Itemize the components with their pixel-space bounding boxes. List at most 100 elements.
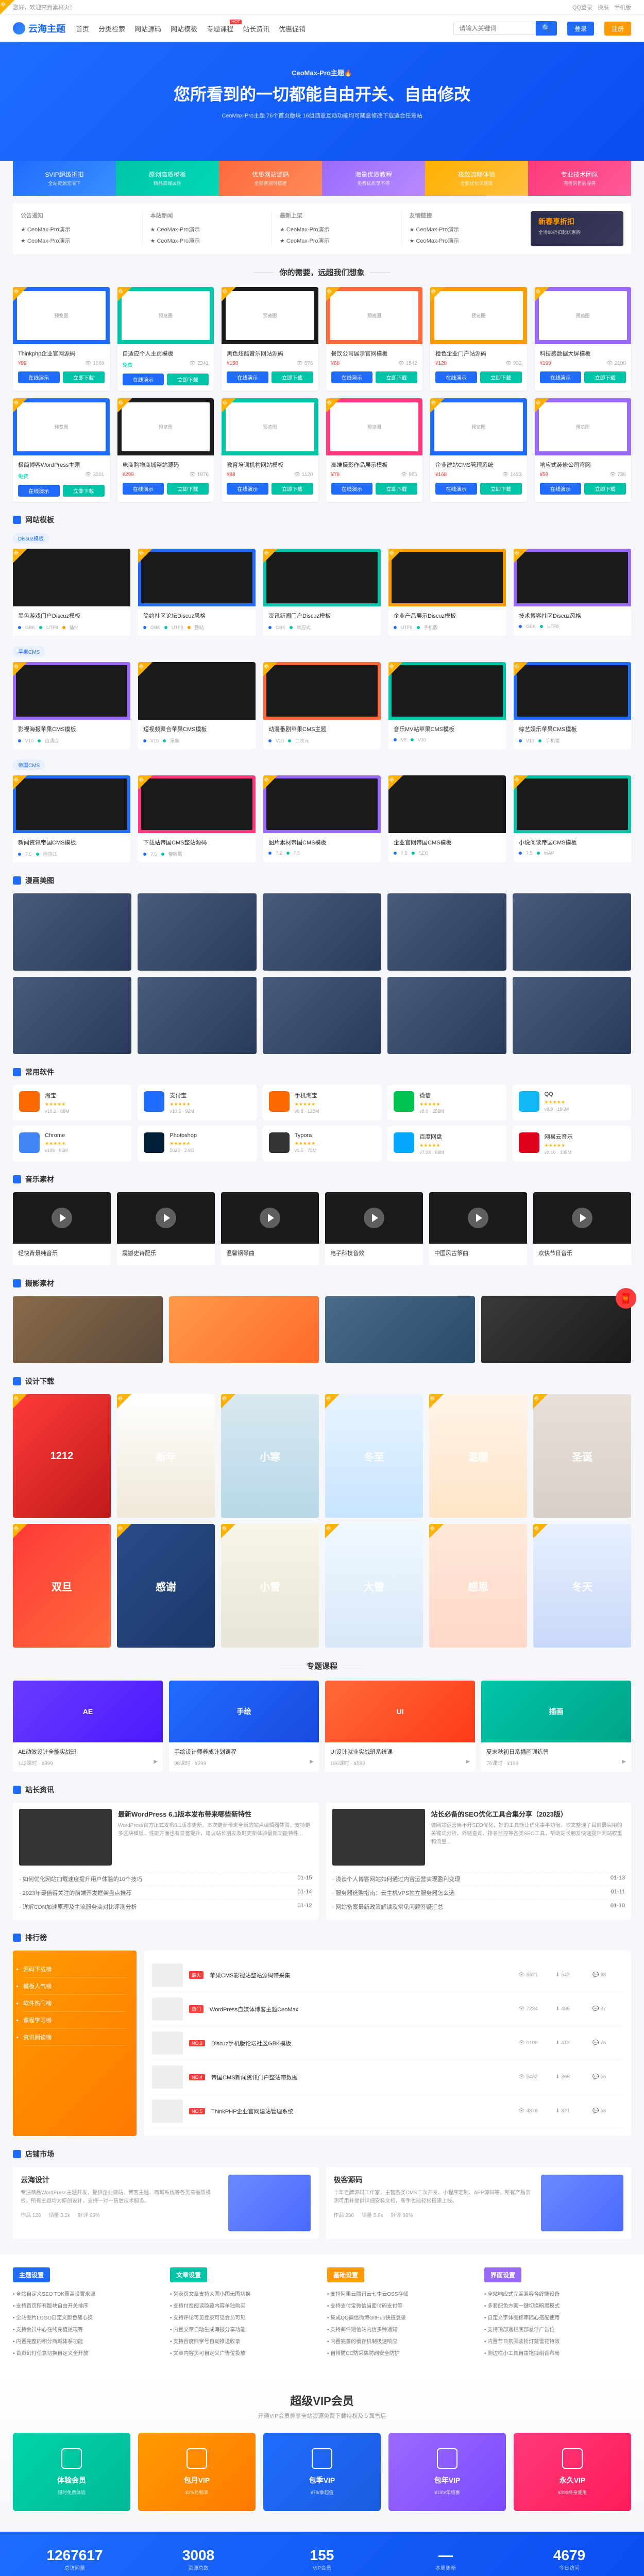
demo-button[interactable]: 在线演示 (123, 483, 164, 495)
template-card[interactable]: 企业官网帝国CMS模板7.5SEO (388, 775, 506, 862)
template-card[interactable]: 图片素材帝国CMS模板7.27.5 (263, 775, 381, 862)
nav-item[interactable]: 首页 (76, 24, 89, 33)
template-card[interactable]: 动漫番剧苹果CMS主题V10二次元 (263, 662, 381, 749)
template-card[interactable]: 小说阅读帝国CMS模板7.5WAP (514, 775, 631, 862)
download-button[interactable]: 立即下载 (167, 374, 209, 385)
download-button[interactable]: 立即下载 (480, 371, 522, 383)
announce-item[interactable]: ★ CeoMax-Pro演示 (280, 224, 394, 235)
design-card[interactable]: 冬天 (533, 1524, 631, 1648)
wallpaper-item[interactable] (263, 893, 381, 971)
rank-tab[interactable]: 源码下载榜 (23, 1961, 126, 1978)
wallpaper-item[interactable] (387, 893, 506, 971)
design-card[interactable]: 大雪 (325, 1524, 423, 1648)
resource-card[interactable]: 预览图企业建站CMS管理系统¥168👁 1433在线演示立即下载 (430, 398, 527, 502)
hero-tab[interactable]: SVIP超级折扣全站资源无限下 (13, 161, 116, 196)
download-button[interactable]: 立即下载 (480, 483, 522, 495)
design-card[interactable]: 双旦 (13, 1524, 111, 1648)
software-card[interactable]: Chrome★★★★★v108 · 85M (13, 1126, 131, 1161)
wallpaper-item[interactable] (387, 977, 506, 1054)
course-card[interactable]: 手绘手绘设计师养成计划课程98课时 · ¥299▶ (169, 1681, 319, 1772)
nav-item[interactable]: 网站源码 (134, 24, 161, 33)
play-icon[interactable] (572, 1208, 592, 1228)
nav-item[interactable]: 站长资讯 (243, 24, 269, 33)
course-card[interactable]: UIUI设计就业实战班系统课186课时 · ¥599▶ (325, 1681, 475, 1772)
register-button[interactable]: 注册 (604, 22, 631, 36)
vip-plan-card[interactable]: 包季VIP¥79/季超值 (263, 2433, 381, 2511)
demo-button[interactable]: 在线演示 (435, 483, 477, 495)
play-icon[interactable] (260, 1208, 280, 1228)
wallpaper-item[interactable] (138, 977, 256, 1054)
announce-item[interactable]: ★ CeoMax-Pro演示 (410, 235, 523, 246)
software-card[interactable]: 支付宝★★★★★v10.5 · 92M (138, 1085, 256, 1120)
wallpaper-item[interactable] (513, 977, 631, 1054)
software-card[interactable]: 网易云音乐★★★★★v2.10 · 135M (513, 1126, 631, 1161)
photo-item[interactable] (481, 1296, 631, 1363)
news-link[interactable]: · 网站备案最新政策解读及常见问题答疑汇总01-10 (332, 1900, 625, 1913)
logo[interactable]: 云海主题 (13, 22, 65, 35)
demo-button[interactable]: 在线演示 (331, 483, 373, 495)
rank-item[interactable]: NO.5ThinkPHP企业官网建站管理系统👁 4876⬇ 321💬 58 (152, 2094, 623, 2128)
music-card[interactable]: 中国风古筝曲 (429, 1192, 527, 1265)
download-button[interactable]: 立即下载 (167, 483, 209, 495)
search-input[interactable] (453, 22, 536, 35)
software-card[interactable]: Typora★★★★★v1.5 · 72M (263, 1126, 381, 1161)
template-card[interactable]: 黑色游戏门户Discuz模板GBKUTF8插件 (13, 549, 130, 636)
template-card[interactable]: 下载站帝国CMS整站源码7.5带数据 (138, 775, 256, 862)
template-card[interactable]: 综艺娱乐苹果CMS模板V10手机端 (514, 662, 631, 749)
play-icon[interactable] (364, 1208, 384, 1228)
software-card[interactable]: Photoshop★★★★★2023 · 2.8G (138, 1126, 256, 1161)
rank-tab[interactable]: 软件热门榜 (23, 1995, 126, 2012)
rank-tab[interactable]: 模板人气榜 (23, 1978, 126, 1995)
demo-button[interactable]: 在线演示 (18, 371, 60, 383)
nav-item[interactable]: 专题课程 (207, 24, 233, 33)
float-action-button[interactable]: 🧧 (616, 1288, 636, 1309)
demo-button[interactable]: 在线演示 (123, 374, 164, 385)
demo-button[interactable]: 在线演示 (435, 371, 477, 383)
template-card[interactable]: 简约社区论坛Discuz风格GBKUTF8整站 (138, 549, 256, 636)
resource-card[interactable]: 预览图电商购物商城整站源码¥299👁 1876在线演示立即下载 (117, 398, 214, 502)
demo-button[interactable]: 在线演示 (540, 371, 582, 383)
template-card[interactable]: 技术博客社区Discuz风格GBKUTF8 (514, 549, 631, 636)
cms-tag[interactable]: 帝国CMS (13, 759, 45, 770)
hero-tab[interactable]: 海量优质教程免费优质享不停 (322, 161, 425, 196)
music-card[interactable]: 欢快节日音乐 (533, 1192, 631, 1265)
rank-item[interactable]: 热门WordPress自媒体博客主题CeoMax👁 7234⬇ 486💬 87 (152, 1992, 623, 2026)
rank-item[interactable]: 最火苹果CMS影视站整站源码带采集👁 8621⬇ 542💬 98 (152, 1958, 623, 1992)
resource-card[interactable]: 预览图黑色炫酷音乐网站源码¥158👁 876在线演示立即下载 (222, 287, 318, 391)
design-card[interactable]: 冬至 (325, 1394, 423, 1518)
play-icon[interactable] (52, 1208, 72, 1228)
wallpaper-item[interactable] (13, 893, 131, 971)
photo-item[interactable] (169, 1296, 319, 1363)
news-link[interactable]: · 2023年最值得关注的前端开发框架盘点推荐01-14 (19, 1886, 312, 1900)
software-card[interactable]: 微信★★★★★v8.0 · 258M (387, 1085, 506, 1120)
design-card[interactable]: 1212 (13, 1394, 111, 1518)
design-card[interactable]: 感恩 (429, 1524, 527, 1648)
cms-tag[interactable]: 苹果CMS (13, 646, 45, 657)
store-card[interactable]: 云海设计专注精品WordPress主题开发，提供企业建站、博客主题、商城系统等各… (13, 2167, 318, 2239)
download-button[interactable]: 立即下载 (376, 371, 417, 383)
news-link[interactable]: · 浅谈个人博客网站如何通过内容运营实现盈利变现01-13 (332, 1872, 625, 1886)
resource-card[interactable]: 预览图极简博客WordPress主题免费👁 3201在线演示立即下载 (13, 398, 110, 502)
vip-plan-card[interactable]: 包年VIP¥199/年特惠 (388, 2433, 506, 2511)
template-card[interactable]: 音乐MV站苹果CMS模板V8V10 (388, 662, 506, 749)
photo-item[interactable] (325, 1296, 475, 1363)
demo-button[interactable]: 在线演示 (331, 371, 373, 383)
download-button[interactable]: 立即下载 (376, 483, 417, 495)
news-link[interactable]: · 服务器选购指南：云主机VPS独立服务器怎么选01-11 (332, 1886, 625, 1900)
software-card[interactable]: QQ★★★★★v8.9 · 186M (513, 1085, 631, 1120)
hero-tab[interactable]: 专业技术团队完善的售后服务 (528, 161, 631, 196)
hero-tab[interactable]: 原创高质模板精品高端属性 (116, 161, 219, 196)
resource-card[interactable]: 预览图高端摄影作品展示模板¥78👁 965在线演示立即下载 (326, 398, 423, 502)
play-icon[interactable] (468, 1208, 488, 1228)
resource-card[interactable]: 预览图自适应个人主页模板免费👁 2341在线演示立即下载 (117, 287, 214, 391)
software-card[interactable]: 淘宝★★★★★v10.2 · 68M (13, 1085, 131, 1120)
hero-tab[interactable]: 极致流畅体验全面优化保速度 (425, 161, 528, 196)
music-card[interactable]: 轻快背景纯音乐 (13, 1192, 111, 1265)
nav-item[interactable]: 优惠促销 (279, 24, 306, 33)
template-card[interactable]: 短视频聚合苹果CMS模板V10采集 (138, 662, 256, 749)
music-card[interactable]: 电子科技音效 (325, 1192, 423, 1265)
topbar-link[interactable]: QQ登录 (572, 3, 592, 11)
design-card[interactable]: 小雪 (221, 1524, 319, 1648)
resource-card[interactable]: 预览图响应式装修公司官网¥58👁 788在线演示立即下载 (535, 398, 632, 502)
vip-plan-card[interactable]: 包月VIP¥29/月畅享 (138, 2433, 256, 2511)
